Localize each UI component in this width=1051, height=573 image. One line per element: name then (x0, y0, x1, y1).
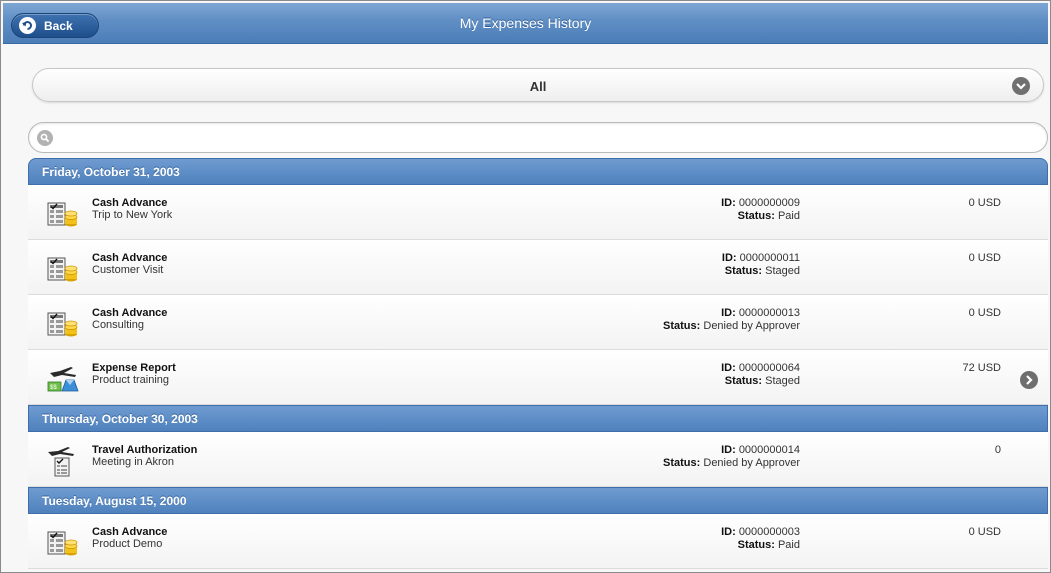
chevron-down-icon (1012, 77, 1030, 95)
expense-report-icon: $$ (46, 365, 80, 395)
item-id-label: ID: (721, 444, 736, 456)
item-id: 0000000011 (739, 252, 800, 264)
item-type: Cash Advance (92, 307, 168, 319)
cash-advance-icon (46, 200, 80, 230)
item-status: Staged (765, 265, 800, 277)
date-divider: Thursday, October 30, 2003 (28, 405, 1048, 432)
date-divider: Friday, October 31, 2003 (28, 158, 1048, 185)
list-item[interactable]: Cash Advance Trip to New York ID: 00000000… (28, 185, 1048, 240)
item-id: 0000000064 (738, 362, 800, 374)
item-amount: 0 USD (968, 252, 1001, 264)
item-status-label: Status: (663, 457, 701, 469)
item-id-label: ID: (721, 252, 737, 264)
list-item[interactable]: Cash Advance Consulting ID: 0000000013 Stat… (28, 295, 1048, 350)
item-amount: 0 USD (968, 307, 1001, 319)
list-item[interactable]: Cash Advance Customer Visit ID: 0000000011… (28, 240, 1048, 295)
expenses-list: Friday, October 31, 2003 Cash Advance Trip… (28, 158, 1048, 569)
item-type: Cash Advance (92, 252, 168, 264)
item-type: Cash Advance (92, 197, 168, 209)
search-input[interactable] (59, 128, 1035, 148)
list-item[interactable]: Travel Authorization Meeting in Akron ID: … (28, 432, 1048, 487)
list-item[interactable]: Cash Advance Product Demo ID: 0000000003 St… (28, 514, 1048, 569)
item-status-label: Status: (737, 539, 775, 551)
item-meta: ID: 0000000009 Status: Paid (721, 197, 800, 223)
cash-advance-icon (46, 529, 80, 559)
list-item[interactable]: $$ Expense Report Product training ID: 0000… (28, 350, 1048, 405)
search-box (28, 122, 1048, 153)
item-amount: 72 USD (962, 362, 1001, 374)
search-icon (37, 130, 53, 146)
cash-advance-icon (46, 255, 80, 285)
item-description: Meeting in Akron (92, 456, 174, 468)
item-description: Product training (92, 374, 170, 386)
item-description: Customer Visit (92, 264, 164, 276)
item-status: Staged (765, 375, 800, 387)
item-description: Product Demo (92, 538, 163, 550)
item-id-label: ID: (721, 526, 736, 538)
item-meta: ID: 0000000013 Status: Denied by Approver (663, 307, 800, 333)
item-id-label: ID: (721, 362, 736, 374)
item-amount: 0 USD (968, 197, 1001, 209)
item-id: 0000000013 (738, 307, 800, 319)
item-id: 0000000003 (738, 526, 800, 538)
item-meta: ID: 0000000064 Status: Staged (721, 362, 800, 388)
chevron-right-icon[interactable] (1020, 371, 1038, 389)
item-status: Paid (777, 210, 800, 222)
header-bar: Back My Expenses History (3, 3, 1048, 44)
cash-advance-icon (46, 310, 80, 340)
item-id: 0000000014 (738, 444, 800, 456)
item-status-label: Status: (737, 210, 775, 222)
travel-authorization-icon (46, 447, 80, 477)
item-id: 0000000009 (738, 197, 800, 209)
item-status-label: Status: (724, 375, 763, 387)
svg-text:$$: $$ (50, 385, 57, 391)
item-status-label: Status: (663, 320, 701, 332)
page-title: My Expenses History (459, 15, 592, 31)
item-status: Paid (777, 539, 800, 551)
item-type: Travel Authorization (92, 444, 198, 456)
item-meta: ID: 0000000014 Status: Denied by Approver (663, 444, 800, 470)
app-frame: Back My Expenses History All Friday, Oct… (0, 0, 1051, 573)
item-status-label: Status: (724, 265, 763, 277)
item-description: Trip to New York (92, 209, 173, 221)
item-id-label: ID: (721, 307, 736, 319)
item-description: Consulting (92, 319, 144, 331)
item-type: Expense Report (92, 362, 176, 374)
item-status: Denied by Approver (703, 457, 800, 469)
item-meta: ID: 0000000011 Status: Staged (722, 252, 800, 278)
item-amount: 0 (994, 444, 1001, 456)
item-amount: 0 USD (968, 526, 1001, 538)
filter-select[interactable]: All (32, 68, 1044, 102)
date-divider: Tuesday, August 15, 2000 (28, 487, 1048, 514)
item-type: Cash Advance (92, 526, 168, 538)
item-meta: ID: 0000000003 Status: Paid (721, 526, 800, 552)
filter-select-value: All (529, 79, 547, 94)
item-status: Denied by Approver (703, 320, 800, 332)
item-id-label: ID: (721, 197, 736, 209)
